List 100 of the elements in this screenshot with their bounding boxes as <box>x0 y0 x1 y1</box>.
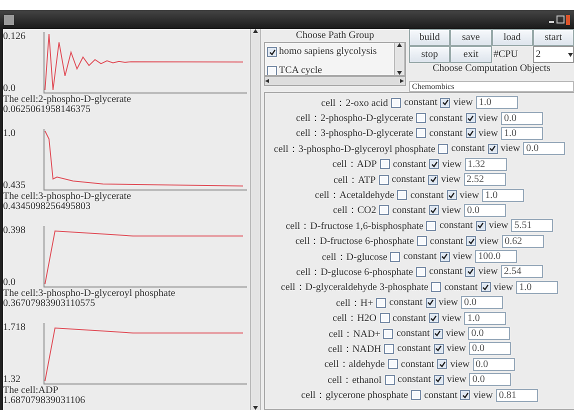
scroll-down-icon[interactable] <box>253 406 258 410</box>
checkbox[interactable] <box>411 390 422 400</box>
checkbox-label: view <box>446 343 466 354</box>
checkbox[interactable] <box>426 220 436 231</box>
checkbox[interactable] <box>438 144 448 154</box>
checkbox-label: view <box>452 251 472 262</box>
toolbar-button[interactable]: build <box>409 29 450 46</box>
object-name: cell：D-fructose 6-phosphate <box>295 235 414 248</box>
checkbox[interactable] <box>431 282 442 292</box>
checkbox[interactable] <box>465 266 476 277</box>
value-field[interactable]: 0.0 <box>469 373 512 386</box>
app-icon <box>4 14 14 24</box>
value-field[interactable]: 1.0 <box>476 96 518 110</box>
value-field[interactable]: 1.0 <box>464 312 506 325</box>
value-field[interactable]: 1.0 <box>500 126 543 140</box>
checkbox[interactable] <box>466 128 476 138</box>
checkbox[interactable] <box>460 390 470 400</box>
toolbar-button[interactable]: start <box>532 29 574 46</box>
checkbox[interactable] <box>429 159 440 170</box>
checkbox[interactable] <box>432 328 443 339</box>
value-field[interactable]: 0.0 <box>500 112 543 125</box>
object-name: cell：glycerone phosphate <box>301 389 408 402</box>
value-field[interactable]: 5.51 <box>511 219 554 232</box>
checkbox[interactable] <box>383 328 394 339</box>
checkbox[interactable] <box>391 98 402 108</box>
checkbox-label: constant <box>424 390 458 401</box>
checkbox[interactable] <box>388 359 398 370</box>
value-field[interactable]: 0.0 <box>464 204 506 217</box>
value-field[interactable]: 100.0 <box>475 250 518 264</box>
value-field[interactable]: 1.0 <box>516 280 558 294</box>
checkbox[interactable] <box>384 374 395 385</box>
checkbox[interactable] <box>466 113 476 124</box>
checkbox[interactable] <box>488 144 498 154</box>
value-field[interactable]: 2.52 <box>464 173 506 186</box>
checkbox[interactable] <box>440 98 450 108</box>
value-field[interactable]: 0.0 <box>468 327 510 340</box>
axis-min-label: 0.0 <box>3 84 16 94</box>
checkbox[interactable] <box>380 159 390 170</box>
chart-caption: The cell:2-phospho-D-glycerate <box>3 95 132 105</box>
checkbox-label: constant <box>430 236 464 247</box>
value-field[interactable]: 0.0 <box>523 142 566 156</box>
checkbox[interactable] <box>446 190 457 200</box>
checkbox[interactable] <box>416 113 426 124</box>
checkbox[interactable] <box>440 252 450 262</box>
filter-field[interactable]: Chemombics <box>409 81 574 92</box>
checkbox[interactable] <box>428 205 439 216</box>
value-field[interactable]: 0.81 <box>496 388 538 402</box>
chart-caption: The cell:3-phospho-D-glyceroyl phosphate <box>3 289 176 299</box>
checkbox[interactable] <box>466 236 476 246</box>
checkbox-label: constant <box>410 190 444 201</box>
checkbox[interactable] <box>480 282 491 292</box>
checkbox[interactable] <box>476 220 486 231</box>
value-field[interactable]: 2.54 <box>500 265 543 278</box>
window-controls-icon[interactable] <box>548 14 570 24</box>
scrollbar[interactable] <box>394 43 405 75</box>
checkbox[interactable] <box>376 298 386 308</box>
caret-icon[interactable] <box>568 52 573 56</box>
list-item-label[interactable]: homo sapiens glycolysis <box>279 47 377 57</box>
cpu-dropdown[interactable]: 2 <box>532 46 574 63</box>
value-field[interactable]: 0.62 <box>502 234 544 248</box>
checkbox[interactable] <box>416 128 426 138</box>
checkbox[interactable] <box>437 359 448 370</box>
checkbox[interactable] <box>416 236 427 246</box>
checkbox[interactable] <box>426 298 436 308</box>
checkbox[interactable] <box>267 47 277 57</box>
checkbox-label: view <box>478 266 498 278</box>
toolbar-button[interactable]: load <box>492 29 533 46</box>
checkbox-label: constant <box>398 374 431 386</box>
value-field[interactable]: 1.32 <box>464 158 507 171</box>
scrollbar[interactable] <box>250 29 261 410</box>
value-field[interactable]: 0.0 <box>472 358 515 371</box>
scroll-left-icon[interactable] <box>265 79 270 83</box>
checkbox-label: constant <box>404 97 438 108</box>
checkbox[interactable] <box>384 344 394 354</box>
checkbox[interactable] <box>428 174 438 185</box>
axis-max-label: 1.0 <box>3 129 16 139</box>
checkbox-label: view <box>450 358 470 370</box>
toolbar-button[interactable]: stop <box>409 46 450 63</box>
checkbox[interactable] <box>378 174 389 185</box>
checkbox-label: constant <box>392 174 426 186</box>
list-item-label[interactable]: TCA cycle <box>279 66 322 75</box>
checkbox[interactable] <box>434 344 444 354</box>
scroll-up-icon[interactable] <box>397 43 402 47</box>
checkbox[interactable] <box>380 313 390 324</box>
checkbox[interactable] <box>379 205 390 216</box>
axis-max-label: 0.398 <box>3 226 26 236</box>
value-field[interactable]: 0.0 <box>461 296 504 310</box>
checkbox[interactable] <box>267 66 277 75</box>
value-field[interactable]: 1.0 <box>482 188 524 202</box>
toolbar-button[interactable]: exit <box>450 46 492 63</box>
scroll-right-icon[interactable] <box>400 79 405 83</box>
horizontal-scrollbar[interactable] <box>264 76 406 86</box>
checkbox[interactable] <box>434 374 444 385</box>
checkbox[interactable] <box>397 190 408 200</box>
checkbox[interactable] <box>428 313 439 324</box>
toolbar-button[interactable]: save <box>450 29 492 46</box>
value-field[interactable]: 0.0 <box>469 342 512 356</box>
checkbox[interactable] <box>390 252 400 262</box>
checkbox[interactable] <box>416 266 426 277</box>
axis-min-label: 0.435 <box>3 181 26 191</box>
